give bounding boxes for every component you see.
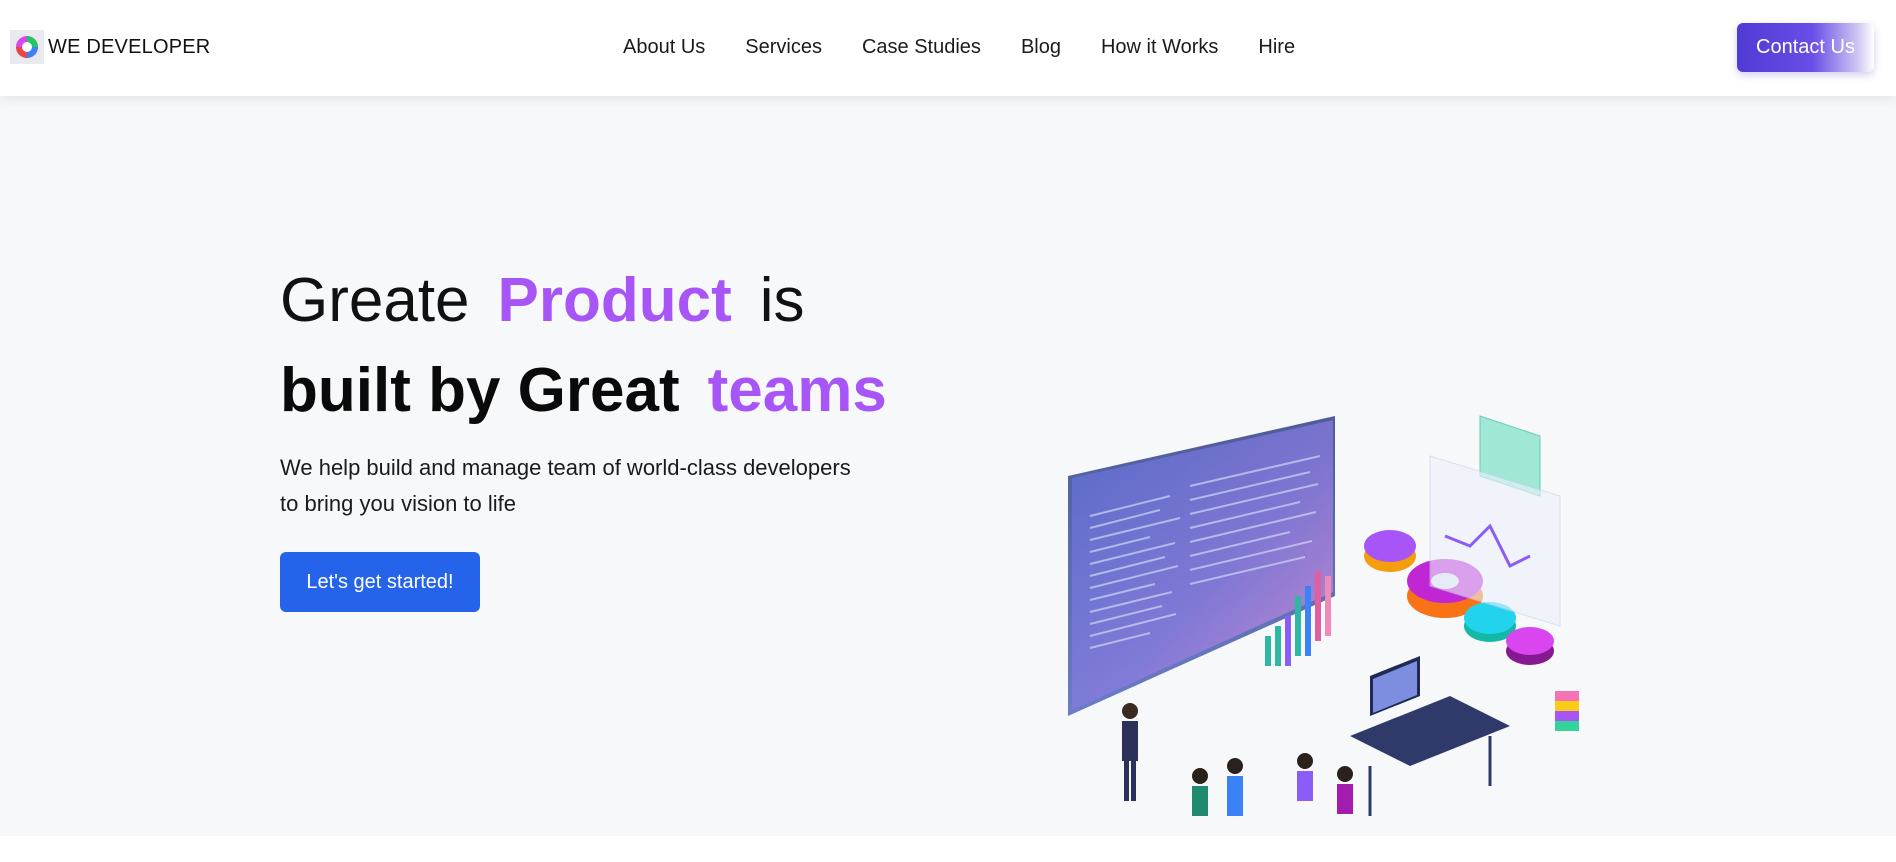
hero-subtitle-line1: We help build and manage team of world-c… (280, 455, 851, 480)
hero-heading-line2: built by Great teams (280, 346, 940, 436)
nav-hire[interactable]: Hire (1258, 36, 1295, 59)
nav-case-studies[interactable]: Case Studies (862, 36, 981, 59)
heading-word-greate: Greate (280, 266, 470, 335)
brand[interactable]: WE DEVELOPER (10, 30, 210, 64)
nav-about-us[interactable]: About Us (623, 36, 705, 59)
contact-us-button[interactable]: Contact Us (1737, 23, 1874, 72)
hero-text: Greate Product is built by Great teams We h… (280, 256, 940, 612)
heading-accent-product: Product (497, 266, 732, 335)
hero-subtitle: We help build and manage team of world-c… (280, 450, 900, 522)
hero-heading-line1: Greate Product is (280, 256, 940, 346)
big-screen (1068, 416, 1335, 716)
heading-built-by-great: built by Great (280, 356, 680, 425)
main-menu: About Us Services Case Studies Blog How … (623, 36, 1335, 59)
heading-accent-teams: teams (707, 356, 887, 425)
hero-section: Greate Product is built by Great teams We h… (0, 96, 1896, 836)
get-started-button[interactable]: Let's get started! (280, 552, 480, 612)
hero-subtitle-line2: to bring you vision to life (280, 491, 517, 516)
top-navbar: WE DEVELOPER About Us Services Case Stud… (0, 0, 1896, 96)
nav-blog[interactable]: Blog (1021, 36, 1061, 59)
team-collaboration-illustration (1068, 415, 1579, 816)
brand-logo-icon (10, 30, 44, 64)
brand-name: WE DEVELOPER (48, 35, 211, 58)
people-group (1122, 703, 1353, 816)
stacked-blocks (1555, 691, 1579, 731)
heading-word-is: is (759, 266, 805, 335)
desk-laptop (1350, 656, 1510, 816)
nav-how-it-works[interactable]: How it Works (1101, 36, 1218, 59)
nav-services[interactable]: Services (745, 36, 822, 59)
